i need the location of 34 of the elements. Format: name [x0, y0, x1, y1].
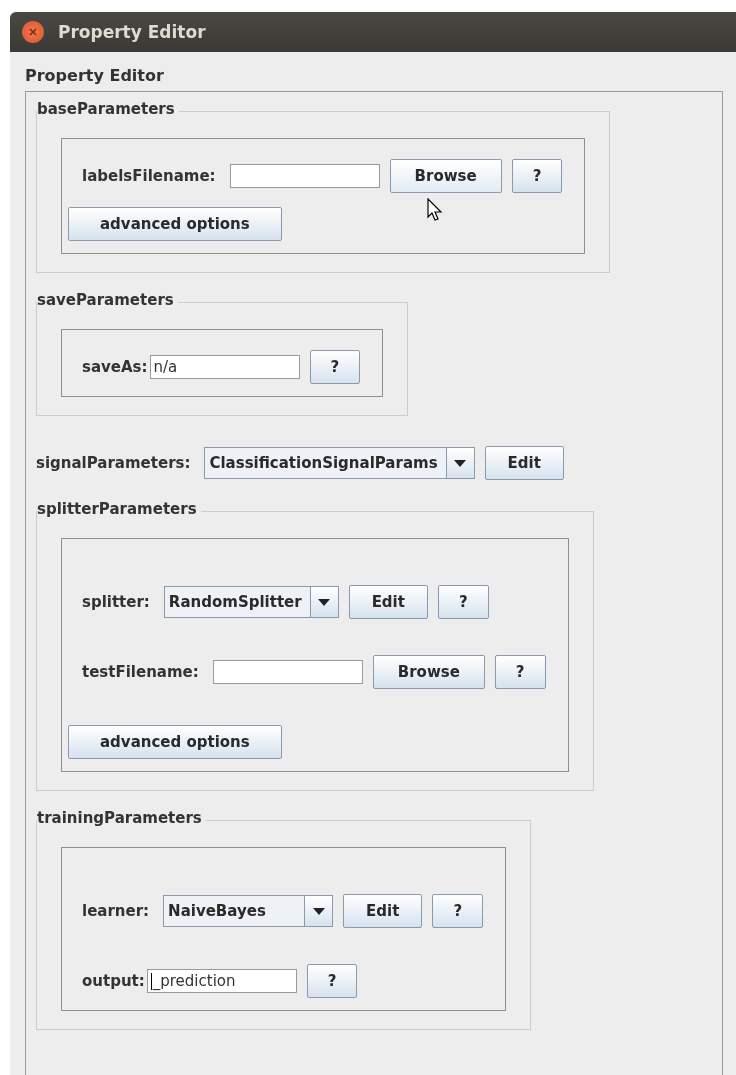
browse-button[interactable]: Browse [372, 655, 485, 689]
window-title: Property Editor [58, 22, 206, 42]
input-field[interactable] [229, 164, 380, 188]
dropdown[interactable]: RandomSplitter [163, 586, 339, 618]
help-button[interactable]: ? [511, 159, 563, 193]
field-label: saveAs: [82, 358, 148, 376]
group-title: trainingParameters [37, 809, 203, 827]
input-field[interactable] [212, 660, 363, 684]
mouse-pointer-icon [426, 198, 443, 222]
field-label: output: [82, 972, 145, 990]
dropdown[interactable]: ClassificationSignalParams [204, 447, 475, 479]
field-label: testFilename: [82, 663, 199, 681]
edit-button[interactable]: Edit [348, 585, 428, 619]
help-button[interactable]: ? [309, 350, 361, 384]
advanced-options-button[interactable]: advanced options [68, 207, 282, 241]
field-label: learner: [82, 902, 150, 920]
field-label: labelsFilename: [82, 167, 216, 185]
help-button[interactable]: ? [494, 655, 546, 689]
field-label: signalParameters: [36, 454, 191, 472]
edit-button[interactable]: Edit [484, 446, 564, 480]
help-button[interactable]: ? [432, 894, 484, 928]
group-title: saveParameters [37, 291, 175, 309]
dropdown[interactable]: NaiveBayes [163, 895, 334, 927]
group-title: splitterParameters [37, 500, 198, 518]
advanced-options-button[interactable]: advanced options [68, 725, 282, 759]
help-button[interactable]: ? [306, 964, 358, 998]
input-field[interactable]: n/a [149, 355, 300, 379]
panel-title: Property Editor [25, 66, 164, 85]
close-icon[interactable] [22, 21, 44, 43]
group-title: baseParameters [37, 100, 176, 118]
field-label: splitter: [82, 593, 150, 611]
help-button[interactable]: ? [437, 585, 489, 619]
input-field[interactable]: _prediction [146, 969, 297, 993]
edit-button[interactable]: Edit [343, 894, 423, 928]
